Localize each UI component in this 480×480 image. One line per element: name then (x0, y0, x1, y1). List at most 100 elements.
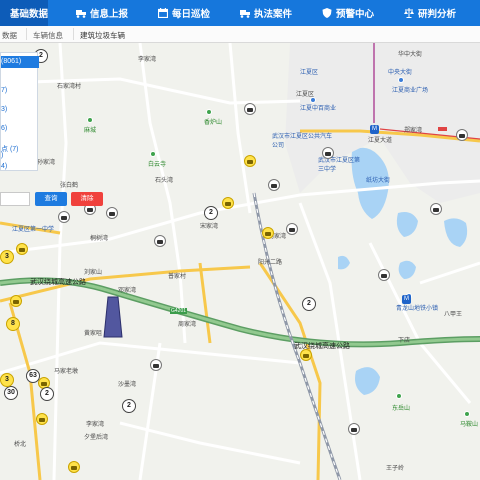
cluster-badge[interactable]: 30 (4, 386, 18, 400)
map-canvas[interactable]: 石家湾村 麻城 孙家湾 张白鹤 白云寺 石头湾 香炉山 李家湾 华中大街 江夏区… (0, 43, 480, 480)
vehicle-marker[interactable] (58, 211, 70, 223)
category-item[interactable]: 6) (1, 125, 7, 132)
map-label: 白云寺 (148, 162, 167, 168)
vehicle-marker[interactable] (322, 147, 334, 159)
map-label: 李家湾 (138, 57, 157, 63)
map-label: 江夏大道 (368, 138, 393, 144)
vehicle-marker[interactable] (150, 359, 162, 371)
scale-icon (404, 8, 414, 18)
vehicle-marker[interactable] (430, 203, 442, 215)
map-label: 纸坊大街 (366, 178, 391, 184)
shield-icon (322, 8, 332, 18)
map-label: 孙家湾 (37, 160, 56, 166)
map-label: 邓家湾 (118, 288, 137, 294)
nav-item-label: 基础数据 (10, 9, 49, 20)
breadcrumb-item[interactable]: 车辆信息 (33, 30, 63, 41)
highway-shield: G4201 (170, 308, 188, 314)
search-button[interactable]: 查询 (35, 192, 67, 206)
map-label: 江夏区 (300, 70, 319, 76)
category-item[interactable]: 3) (1, 106, 7, 113)
category-item[interactable]: 点 (7) (1, 144, 19, 154)
vehicle-marker[interactable] (36, 413, 48, 425)
category-item[interactable]: 7) (1, 87, 7, 94)
poi-marker (396, 393, 402, 399)
map-label: 石头湾 (155, 178, 174, 184)
calendar-icon (158, 8, 168, 18)
nav-item-enforcement-cases[interactable]: 执法案件 (240, 0, 292, 26)
category-item-selected[interactable]: (8061) (1, 56, 39, 68)
vehicle-marker[interactable] (244, 155, 256, 167)
vehicle-category-panel: (8061) 7) 3) 6) 点 (7) ) 4) (0, 52, 39, 171)
cluster-badge[interactable]: 2 (122, 399, 136, 413)
map-label: 石家湾村 (57, 84, 82, 90)
map-label: 夕堡后湾 (84, 435, 109, 441)
map-label: 普家村 (168, 274, 187, 280)
breadcrumb-item-current[interactable]: 建筑垃圾车辆 (80, 30, 125, 41)
nav-item-info-report[interactable]: 信息上报 (76, 0, 128, 26)
map-label: 麻城 (84, 128, 97, 134)
map-label: 桐树湾 (90, 236, 109, 242)
search-input[interactable] (0, 192, 30, 206)
vehicle-marker[interactable] (10, 295, 22, 307)
expressway-label: 武汉绕城高速公路 (30, 279, 86, 286)
vehicle-marker[interactable] (300, 349, 312, 361)
vehicle-marker[interactable] (286, 223, 298, 235)
map-label: 阳光二路 (258, 260, 283, 266)
map-base-layer (0, 43, 480, 480)
vehicle-marker[interactable] (222, 197, 234, 209)
nav-item-warning-center[interactable]: 预警中心 (322, 0, 374, 26)
map-label: 武汉市江夏区公共汽车公司 (272, 134, 333, 149)
cluster-badge[interactable]: 63 (26, 369, 40, 383)
nav-item-daily-inspection[interactable]: 每日巡检 (158, 0, 210, 26)
map-label: 中央大街 (388, 70, 413, 76)
map-label: 江夏商业广场 (392, 88, 429, 94)
map-label: 张白鹤 (60, 183, 79, 189)
metro-station-icon: M (402, 295, 411, 304)
cluster-badge[interactable]: 3 (0, 250, 14, 264)
top-nav-bar: 基础数据 信息上报 每日巡检 执法案件 预警中心 研判分析 (0, 0, 480, 26)
breadcrumb-divider (73, 28, 74, 40)
map-label: 沙墨湾 (118, 382, 137, 388)
nav-item-basic-data[interactable]: 基础数据 (0, 0, 48, 26)
poi-marker (398, 77, 404, 83)
map-label: 桥北 (14, 442, 27, 448)
vehicle-marker[interactable] (378, 269, 390, 281)
map-label: 宋家湾 (200, 224, 219, 230)
clear-button[interactable]: 清除 (71, 192, 103, 206)
poi-marker (464, 411, 470, 417)
nav-item-label: 信息上报 (90, 9, 129, 20)
breadcrumb-divider (26, 28, 27, 40)
cluster-badge[interactable]: 2 (40, 387, 54, 401)
cluster-badge[interactable]: 2 (302, 297, 316, 311)
map-label: 王子岭 (386, 466, 405, 472)
cluster-badge[interactable]: 3 (0, 373, 14, 387)
map-label: 青龙山地铁小镇 (396, 306, 439, 312)
map-label: 黄家咀 (84, 331, 103, 337)
metro-station-icon: M (370, 125, 379, 134)
poi-marker (87, 117, 93, 123)
nav-item-label: 研判分析 (418, 9, 457, 20)
cluster-badge[interactable]: 2 (204, 206, 218, 220)
cluster-badge[interactable]: 8 (6, 317, 20, 331)
breadcrumb-item[interactable]: 数据 (2, 30, 17, 41)
nav-item-analysis[interactable]: 研判分析 (404, 0, 456, 26)
nav-item-label: 每日巡检 (172, 9, 211, 20)
poi-marker (150, 151, 156, 157)
map-label: 八甲王 (444, 312, 463, 318)
map-label: 东岳山 (392, 406, 411, 412)
vehicle-marker[interactable] (348, 423, 360, 435)
vehicle-marker[interactable] (16, 243, 28, 255)
vehicle-marker[interactable] (244, 103, 256, 115)
vehicle-marker[interactable] (154, 235, 166, 247)
vehicle-marker[interactable] (106, 207, 118, 219)
map-label: 华中大街 (398, 52, 423, 58)
vehicle-marker[interactable] (262, 227, 274, 239)
category-item[interactable]: 4) (1, 163, 7, 170)
truck-icon (76, 10, 86, 18)
vehicle-marker[interactable] (68, 461, 80, 473)
map-label: 江夏中百商业 (300, 106, 337, 112)
vehicle-marker[interactable] (268, 179, 280, 191)
category-item[interactable]: ) (1, 152, 3, 159)
map-label: 江夏区第一中学 (12, 227, 55, 233)
vehicle-marker[interactable] (456, 129, 468, 141)
